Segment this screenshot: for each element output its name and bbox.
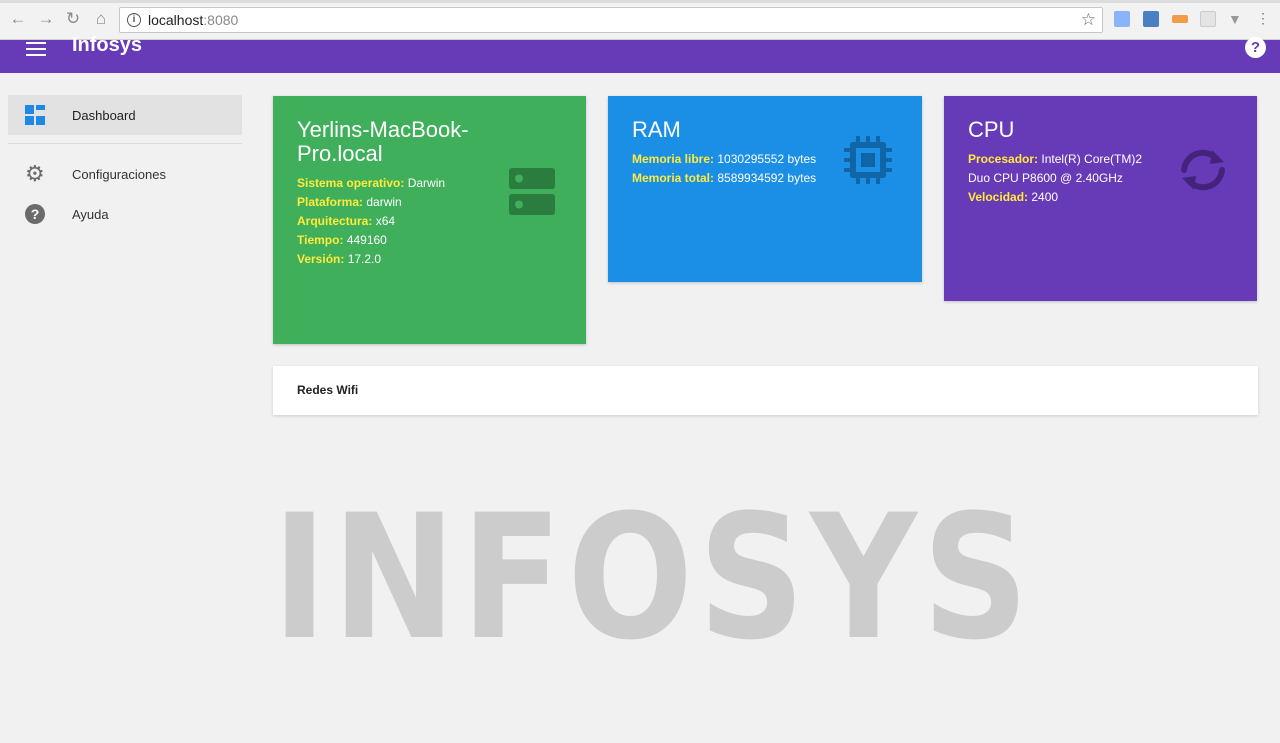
chrome-menu-icon[interactable]: ⋮ [1256, 11, 1272, 27]
translate-extension-icon[interactable] [1114, 11, 1130, 27]
sidebar-item-label: Ayuda [72, 206, 109, 222]
infosys-logo: INFOSYS [272, 477, 1034, 678]
vue-extension-icon[interactable]: ▼ [1228, 11, 1244, 27]
site-info-icon[interactable]: i [127, 13, 141, 27]
browser-toolbar: ← → ↻ ⌂ i localhost:8080 ☆ ▼ ⋮ [0, 0, 1280, 40]
help-icon: ? [25, 204, 45, 224]
app-bar: Infosys ? [0, 34, 1280, 73]
sidebar-item-configuraciones[interactable]: ⚙ Configuraciones [8, 154, 242, 194]
info-row: Versión: 17.2.0 [297, 252, 382, 266]
address-bar[interactable]: i localhost:8080 ☆ [119, 7, 1103, 33]
extension-icon[interactable] [1172, 15, 1188, 23]
address-url[interactable]: localhost:8080 [148, 12, 238, 28]
cpu-card: CPU Procesador: Intel(R) Core(TM)2 Duo C… [944, 96, 1257, 301]
card-title: CPU [968, 117, 1015, 142]
reload-icon[interactable]: ↻ [64, 10, 82, 28]
info-row: Procesador: Intel(R) Core(TM)2 Duo CPU P… [968, 152, 1143, 185]
back-icon[interactable]: ← [9, 10, 27, 28]
dashboard-icon [25, 105, 45, 125]
sidebar-item-ayuda[interactable]: ? Ayuda [8, 194, 242, 234]
app-title: Infosys [72, 34, 143, 56]
wifi-panel-title: Redes Wifi [297, 383, 359, 397]
chip-icon [844, 136, 892, 184]
server-icon [509, 168, 555, 215]
info-row: Tiempo: 449160 [297, 233, 387, 247]
card-title: Yerlins-MacBook-Pro.local [297, 117, 469, 166]
bookmark-star-icon[interactable]: ☆ [1081, 10, 1096, 30]
home-icon[interactable]: ⌂ [92, 10, 110, 28]
sidebar-item-dashboard[interactable]: Dashboard [8, 95, 242, 135]
sidebar-item-label: Configuraciones [72, 166, 166, 182]
extension-icon[interactable] [1200, 11, 1216, 27]
sidebar: Dashboard ⚙ Configuraciones ? Ayuda [8, 95, 242, 234]
sync-icon [1181, 149, 1225, 191]
bookmark-extension-icon[interactable] [1143, 11, 1159, 27]
wifi-panel: Redes Wifi [273, 366, 1258, 415]
forward-icon[interactable]: → [37, 10, 55, 28]
help-icon[interactable]: ? [1245, 37, 1266, 58]
ram-card: RAM Memoria libre: 1030295552 bytes Memo… [608, 96, 922, 282]
tab-strip [0, 0, 1280, 3]
gear-icon: ⚙ [25, 161, 45, 186]
menu-icon[interactable] [26, 42, 46, 56]
sidebar-divider [8, 143, 242, 144]
os-card: Yerlins-MacBook-Pro.local Sistema operat… [273, 96, 586, 344]
sidebar-item-label: Dashboard [72, 107, 136, 123]
